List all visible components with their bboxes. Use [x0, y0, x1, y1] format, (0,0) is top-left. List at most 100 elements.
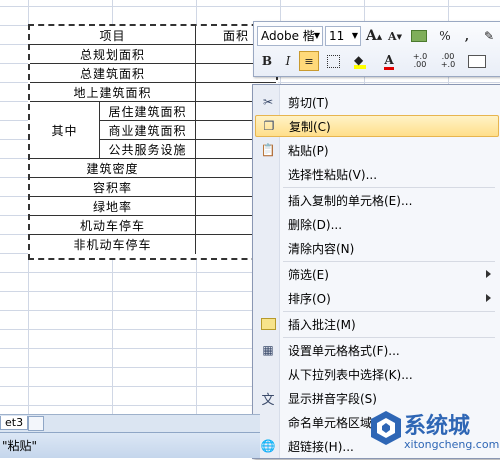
row-cell[interactable]: 地上建筑面积 — [30, 83, 196, 102]
money-icon — [411, 30, 427, 42]
row-label: 机动车停车 — [79, 218, 145, 233]
row-label: 总建筑面积 — [79, 66, 145, 81]
row-cell[interactable]: 总建筑面积 — [30, 64, 196, 83]
brush-icon: ✎ — [483, 29, 495, 43]
menu-separator — [283, 311, 495, 312]
comma-button[interactable]: , — [457, 26, 477, 46]
menu-item-label: 从下拉列表中选择(K)... — [288, 367, 413, 382]
menu-item-pick-from-list[interactable]: 从下拉列表中选择(K)... — [255, 363, 499, 385]
menu-item-label: 显示拼音字段(S) — [288, 391, 377, 406]
submenu-arrow-icon — [486, 294, 491, 302]
row-label: 居住建筑面积 — [108, 104, 187, 119]
row-label: 公共服务设施 — [108, 142, 187, 157]
font-size-box[interactable]: 11 ▼ — [325, 26, 361, 46]
format-painter-button[interactable]: ✎ — [479, 26, 499, 46]
copy-icon: ❐ — [263, 119, 275, 133]
menu-item-paste-special[interactable]: 选择性粘贴(V)... — [255, 163, 499, 185]
row-label: 非机动车停车 — [73, 238, 152, 252]
row-label: 容积率 — [92, 180, 132, 195]
menu-separator — [283, 187, 495, 188]
menu-item-label: 筛选(E) — [288, 267, 329, 282]
grow-font-button[interactable]: A ▲ — [364, 26, 384, 46]
phonetic-icon: 文 — [261, 392, 275, 408]
menu-item-label: 超链接(H)... — [288, 439, 354, 454]
row-cell[interactable]: 公共服务设施 — [100, 140, 196, 159]
font-color-button[interactable]: A — [376, 51, 402, 71]
status-text: "粘贴" — [2, 439, 38, 453]
grow-font-label: A — [365, 28, 377, 44]
menu-item-insert-copied[interactable]: 插入复制的单元格(E)... — [255, 189, 499, 211]
status-bar: "粘贴" — [0, 432, 260, 458]
menu-item-format-cells[interactable]: ▦ 设置单元格格式(F)... — [255, 339, 499, 361]
row-label: 地上建筑面积 — [73, 85, 152, 100]
format-cells-icon: ▦ — [262, 343, 274, 357]
menu-item-label: 选择性粘贴(V)... — [288, 167, 378, 182]
menu-item-paste[interactable]: 📋 粘贴(P) — [255, 139, 499, 161]
row-label: 总规划面积 — [79, 47, 145, 62]
menu-item-label: 删除(D)... — [288, 217, 343, 232]
shrink-font-label: A — [388, 29, 397, 43]
merge-icon — [468, 54, 486, 68]
increase-decimal-button[interactable]: +.0 .00 — [407, 51, 433, 71]
menu-item-insert-comment[interactable]: 插入批注(M) — [255, 313, 499, 335]
row-cell[interactable]: 绿地率 — [30, 197, 196, 216]
watermark-url: xitongcheng.com — [404, 438, 500, 451]
mini-toolbar: Adobe 楷 ▼ 11 ▼ A ▲ A ▼ % , ✎ B I ≡ ◆ A +.0… — [253, 21, 500, 77]
shrink-font-button[interactable]: A ▼ — [385, 26, 405, 46]
paste-icon: 📋 — [260, 143, 276, 157]
insert-sheet-icon[interactable] — [28, 416, 44, 431]
italic-label: I — [285, 54, 291, 68]
selected-table-range[interactable]: 项目 面积 总规划面积 总建筑面积 地上建筑面积 其中 居住建筑面积 商业建筑面… — [28, 24, 278, 260]
italic-button[interactable]: I — [278, 51, 298, 71]
menu-item-sort[interactable]: 排序(O) — [255, 287, 499, 309]
decrease-decimal-line2: +.0 — [440, 60, 456, 69]
fill-color-button[interactable]: ◆ — [347, 51, 373, 71]
menu-item-label: 清除内容(N) — [288, 241, 355, 256]
borders-button[interactable] — [322, 51, 344, 71]
row-label: 建筑密度 — [86, 161, 139, 176]
menu-item-filter[interactable]: 筛选(E) — [255, 263, 499, 285]
center-align-button[interactable]: ≡ — [299, 51, 319, 71]
font-size-value: 11 — [329, 29, 345, 43]
menu-item-copy[interactable]: ❐ 复制(C) — [255, 115, 499, 137]
row-cell[interactable]: 商业建筑面积 — [100, 121, 196, 140]
chevron-down-icon: ▼ — [313, 31, 320, 40]
row-cell[interactable]: 总规划面积 — [30, 45, 196, 64]
bold-button[interactable]: B — [257, 51, 277, 71]
row-cell[interactable]: 居住建筑面积 — [100, 102, 196, 121]
row-label: 商业建筑面积 — [108, 123, 187, 138]
menu-item-delete[interactable]: 删除(D)... — [255, 213, 499, 235]
font-name-box[interactable]: Adobe 楷 ▼ — [257, 26, 323, 46]
group-label-cell[interactable]: 其中 — [30, 102, 100, 159]
comma-label: , — [464, 29, 470, 43]
row-label: 绿地率 — [92, 199, 132, 214]
border-icon — [326, 54, 340, 68]
header-item: 项目 — [99, 28, 126, 43]
menu-item-label: 粘贴(P) — [288, 143, 329, 158]
menu-item-label: 剪切(T) — [288, 95, 329, 110]
menu-item-clear-contents[interactable]: 清除内容(N) — [255, 237, 499, 259]
sheet-tab[interactable]: et3 — [0, 416, 29, 430]
fill-bucket-icon: ◆ — [354, 53, 366, 69]
menu-item-label: 排序(O) — [288, 291, 331, 306]
menu-item-label: 设置单元格格式(F)... — [288, 343, 400, 358]
align-center-icon: ≡ — [304, 54, 314, 68]
watermark-logo: 系统城 xitongcheng.com — [364, 406, 500, 457]
header-area: 面积 — [222, 28, 249, 43]
row-cell[interactable]: 非机动车停车 — [30, 235, 196, 254]
menu-separator — [283, 261, 495, 262]
font-name-value: Adobe 楷 — [261, 29, 315, 43]
percent-button[interactable]: % — [435, 26, 455, 46]
header-item-cell[interactable]: 项目 — [30, 26, 196, 45]
menu-item-cut[interactable]: ✂ 剪切(T) — [255, 91, 499, 113]
group-label: 其中 — [51, 123, 78, 138]
merge-cells-button[interactable] — [464, 51, 490, 71]
currency-format-button[interactable] — [407, 26, 431, 46]
row-cell[interactable]: 机动车停车 — [30, 216, 196, 235]
menu-item-label: 插入复制的单元格(E)... — [288, 193, 413, 208]
row-cell[interactable]: 建筑密度 — [30, 159, 196, 178]
decrease-decimal-button[interactable]: .00 +.0 — [435, 51, 461, 71]
row-cell[interactable]: 容积率 — [30, 178, 196, 197]
bold-label: B — [261, 54, 273, 68]
scissors-icon: ✂ — [262, 95, 274, 109]
